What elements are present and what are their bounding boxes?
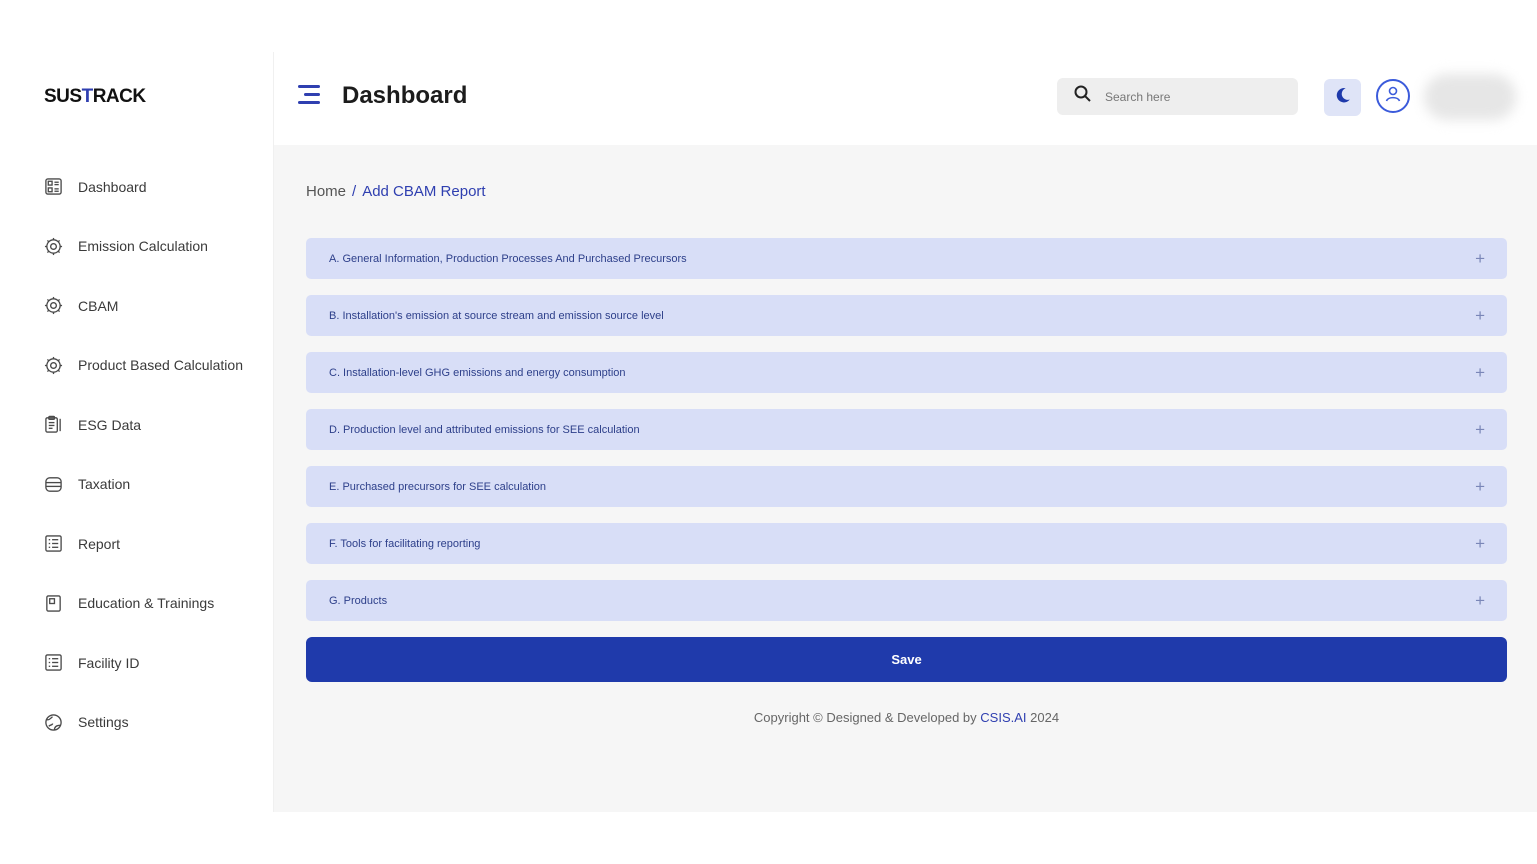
expand-plus-icon[interactable]: +: [1475, 535, 1485, 552]
database-icon: [44, 475, 63, 494]
app-logo[interactable]: SUSTRACK: [44, 86, 146, 108]
sidebar-item-label: Facility ID: [78, 654, 140, 671]
user-icon: [1382, 83, 1404, 110]
search-box[interactable]: [1057, 78, 1298, 115]
sidebar-item-label: Emission Calculation: [78, 238, 208, 255]
sidebar-item-facility-id[interactable]: Facility ID: [0, 633, 274, 693]
accordion-section-g[interactable]: G. Products +: [306, 580, 1507, 621]
footer-brand-link[interactable]: CSIS.AI: [980, 710, 1026, 725]
sidebar-item-cbam[interactable]: CBAM: [0, 276, 274, 336]
page-title: Dashboard: [342, 82, 468, 109]
sidebar-item-label: Settings: [78, 714, 129, 731]
accordion-title: D. Production level and attributed emiss…: [329, 423, 640, 436]
expand-plus-icon[interactable]: +: [1475, 421, 1485, 438]
book-icon: [44, 594, 63, 613]
expand-plus-icon[interactable]: +: [1475, 307, 1485, 324]
save-button[interactable]: Save: [306, 637, 1507, 682]
accordion-title: E. Purchased precursors for SEE calculat…: [329, 480, 547, 493]
accordion-section-a[interactable]: A. General Information, Production Proce…: [306, 238, 1507, 279]
accordion-section-d[interactable]: D. Production level and attributed emiss…: [306, 409, 1507, 450]
report-sections-accordion: A. General Information, Production Proce…: [306, 238, 1507, 637]
gear-icon: [44, 296, 63, 315]
moon-icon: [1334, 86, 1352, 109]
sidebar-item-emission-calculation[interactable]: Emission Calculation: [0, 217, 274, 277]
sidebar-item-esg-data[interactable]: ESG Data: [0, 395, 274, 455]
breadcrumb-home[interactable]: Home: [306, 183, 346, 200]
sidebar-item-product-based-calculation[interactable]: Product Based Calculation: [0, 336, 274, 396]
menu-toggle-icon[interactable]: [298, 85, 320, 107]
sidebar-item-settings[interactable]: Settings: [0, 693, 274, 753]
user-avatar[interactable]: [1376, 79, 1410, 113]
theme-toggle-button[interactable]: [1324, 79, 1361, 116]
accordion-section-b[interactable]: B. Installation's emission at source str…: [306, 295, 1507, 336]
accordion-title: A. General Information, Production Proce…: [329, 252, 687, 265]
accordion-section-f[interactable]: F. Tools for facilitating reporting +: [306, 523, 1507, 564]
footer-year: 2024: [1026, 710, 1060, 725]
sidebar-item-education-trainings[interactable]: Education & Trainings: [0, 574, 274, 634]
expand-plus-icon[interactable]: +: [1475, 250, 1485, 267]
sidebar-item-dashboard[interactable]: Dashboard: [0, 157, 274, 217]
expand-plus-icon[interactable]: +: [1475, 592, 1485, 609]
accordion-section-c[interactable]: C. Installation-level GHG emissions and …: [306, 352, 1507, 393]
clipboard-icon: [44, 415, 63, 434]
top-header: Dashboard: [274, 52, 1537, 145]
breadcrumb: Home / Add CBAM Report: [306, 183, 486, 200]
sidebar-item-label: Dashboard: [78, 178, 147, 195]
sidebar-item-label: CBAM: [78, 297, 119, 314]
dashboard-icon: [44, 177, 63, 196]
accordion-title: G. Products: [329, 594, 388, 607]
sidebar-item-taxation[interactable]: Taxation: [0, 455, 274, 515]
app-shell: SUSTRACK Dashboard Emission Calculation …: [0, 52, 1537, 812]
search-input[interactable]: [1105, 89, 1285, 104]
logo-text-accent: T: [81, 86, 94, 107]
logo-text-end: RACK: [92, 86, 146, 107]
search-icon: [1073, 84, 1093, 109]
sidebar-item-label: Taxation: [78, 476, 131, 493]
user-name-blurred[interactable]: [1424, 74, 1516, 120]
sidebar-item-label: Education & Trainings: [78, 595, 215, 612]
logo-text-start: SUS: [44, 86, 82, 107]
footer-prefix: Copyright © Designed & Developed by: [753, 710, 981, 725]
gear-icon: [44, 356, 63, 375]
sidebar-item-label: Product Based Calculation: [78, 357, 243, 374]
accordion-title: F. Tools for facilitating reporting: [329, 537, 481, 550]
sidebar-nav: Dashboard Emission Calculation CBAM Prod…: [0, 157, 274, 752]
expand-plus-icon[interactable]: +: [1475, 364, 1485, 381]
expand-plus-icon[interactable]: +: [1475, 478, 1485, 495]
footer-copyright: Copyright © Designed & Developed by CSIS…: [274, 710, 1537, 725]
breadcrumb-separator: /: [352, 183, 357, 200]
list-icon: [44, 534, 63, 553]
accordion-section-e[interactable]: E. Purchased precursors for SEE calculat…: [306, 466, 1507, 507]
gear-icon: [44, 237, 63, 256]
sidebar-item-label: Report: [78, 535, 121, 552]
settings-globe-icon: [44, 713, 63, 732]
main-content: Home / Add CBAM Report A. General Informat…: [274, 145, 1537, 812]
list-icon: [44, 653, 63, 672]
sidebar-item-label: ESG Data: [78, 416, 142, 433]
sidebar-item-report[interactable]: Report: [0, 514, 274, 574]
accordion-title: C. Installation-level GHG emissions and …: [329, 366, 626, 379]
breadcrumb-current: Add CBAM Report: [362, 183, 486, 200]
accordion-title: B. Installation's emission at source str…: [329, 309, 664, 322]
sidebar: SUSTRACK Dashboard Emission Calculation …: [0, 52, 274, 812]
